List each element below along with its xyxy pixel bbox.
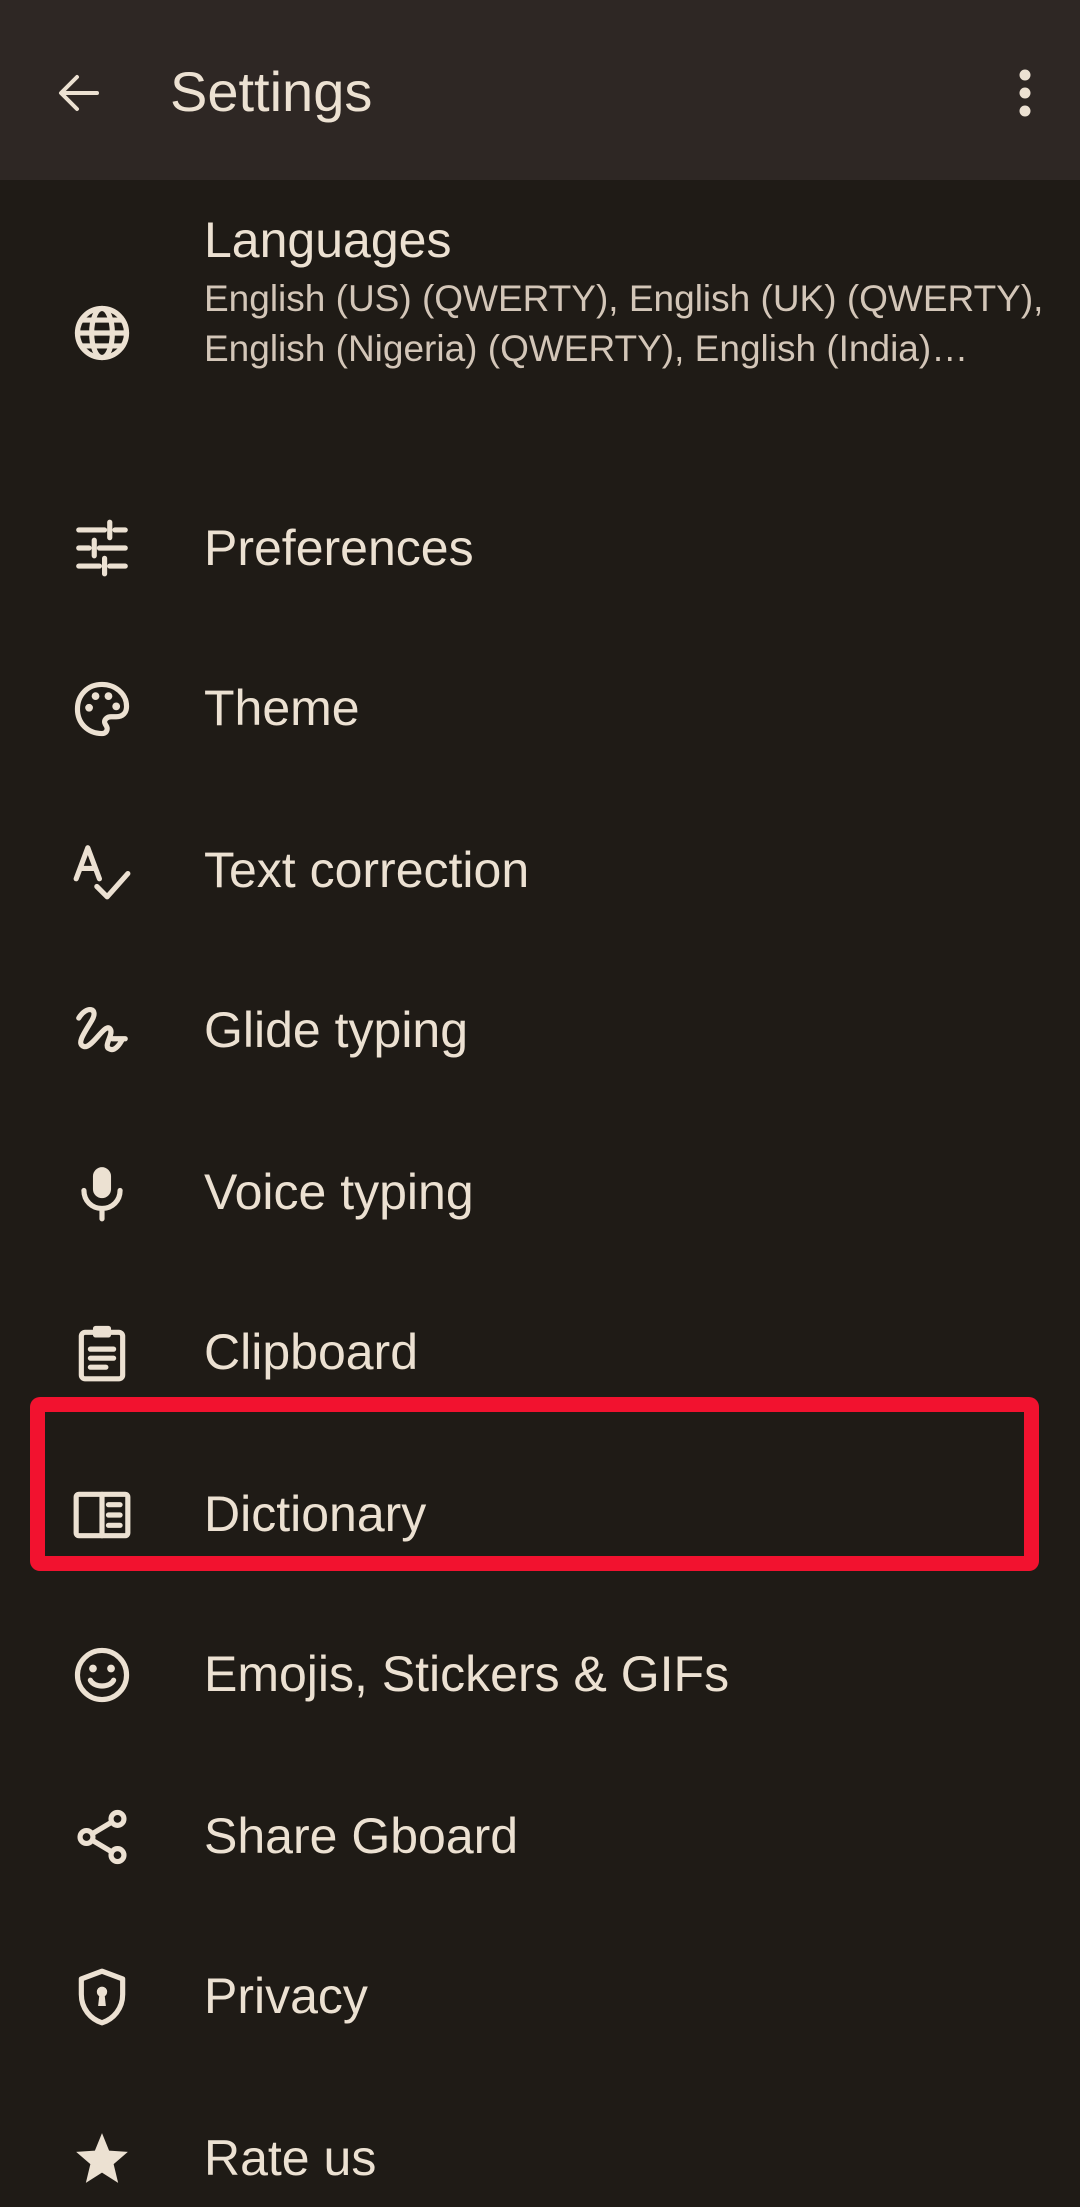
settings-item-label: Text correction xyxy=(204,842,530,898)
settings-item-languages[interactable]: Languages English (US) (QWERTY), English… xyxy=(0,210,1080,470)
settings-item-label: Preferences xyxy=(204,520,474,576)
spellcheck-icon xyxy=(71,840,133,902)
settings-item-label: Clipboard xyxy=(204,1324,419,1380)
settings-item-label: Rate us xyxy=(204,2130,377,2186)
globe-icon xyxy=(71,302,133,364)
settings-item-rate-us[interactable]: Rate us xyxy=(0,2080,1080,2207)
arrow-back-icon xyxy=(59,75,99,111)
settings-item-emojis[interactable]: Emojis, Stickers & GIFs xyxy=(0,1596,1080,1758)
clipboard-icon xyxy=(71,1322,133,1384)
settings-item-voice-typing[interactable]: Voice typing xyxy=(0,1114,1080,1274)
settings-item-clipboard[interactable]: Clipboard xyxy=(0,1274,1080,1436)
settings-item-text-correction[interactable]: Text correction xyxy=(0,792,1080,952)
dictionary-icon xyxy=(71,1484,133,1546)
tune-icon xyxy=(71,517,133,579)
app-bar: Settings xyxy=(0,0,1080,180)
more-vert-icon xyxy=(1019,69,1031,117)
smiley-icon xyxy=(71,1644,133,1706)
settings-item-preferences[interactable]: Preferences xyxy=(0,470,1080,630)
palette-icon xyxy=(71,678,133,740)
settings-item-privacy[interactable]: Privacy xyxy=(0,1918,1080,2080)
settings-item-dictionary[interactable]: Dictionary xyxy=(0,1436,1080,1596)
settings-item-theme[interactable]: Theme xyxy=(0,630,1080,792)
settings-item-label: Share Gboard xyxy=(204,1808,519,1864)
settings-item-summary: English (US) (QWERTY), English (UK) (QWE… xyxy=(204,278,1044,369)
gesture-icon xyxy=(71,1000,133,1062)
page-title: Settings xyxy=(170,60,373,123)
settings-item-label: Glide typing xyxy=(204,1002,469,1058)
settings-item-label: Voice typing xyxy=(204,1164,474,1220)
settings-item-label: Emojis, Stickers & GIFs xyxy=(204,1646,730,1702)
star-icon xyxy=(71,2128,133,2190)
settings-item-glide-typing[interactable]: Glide typing xyxy=(0,952,1080,1114)
settings-item-label: Dictionary xyxy=(204,1486,427,1542)
settings-item-label: Privacy xyxy=(204,1968,368,2024)
settings-item-label: Languages xyxy=(204,212,452,268)
more-options-button[interactable] xyxy=(970,48,1080,138)
mic-icon xyxy=(71,1162,133,1224)
settings-item-label: Theme xyxy=(204,680,360,736)
share-icon xyxy=(71,1806,133,1868)
back-button[interactable] xyxy=(34,48,124,138)
settings-item-share-gboard[interactable]: Share Gboard xyxy=(0,1758,1080,1918)
shield-icon xyxy=(71,1966,133,2028)
